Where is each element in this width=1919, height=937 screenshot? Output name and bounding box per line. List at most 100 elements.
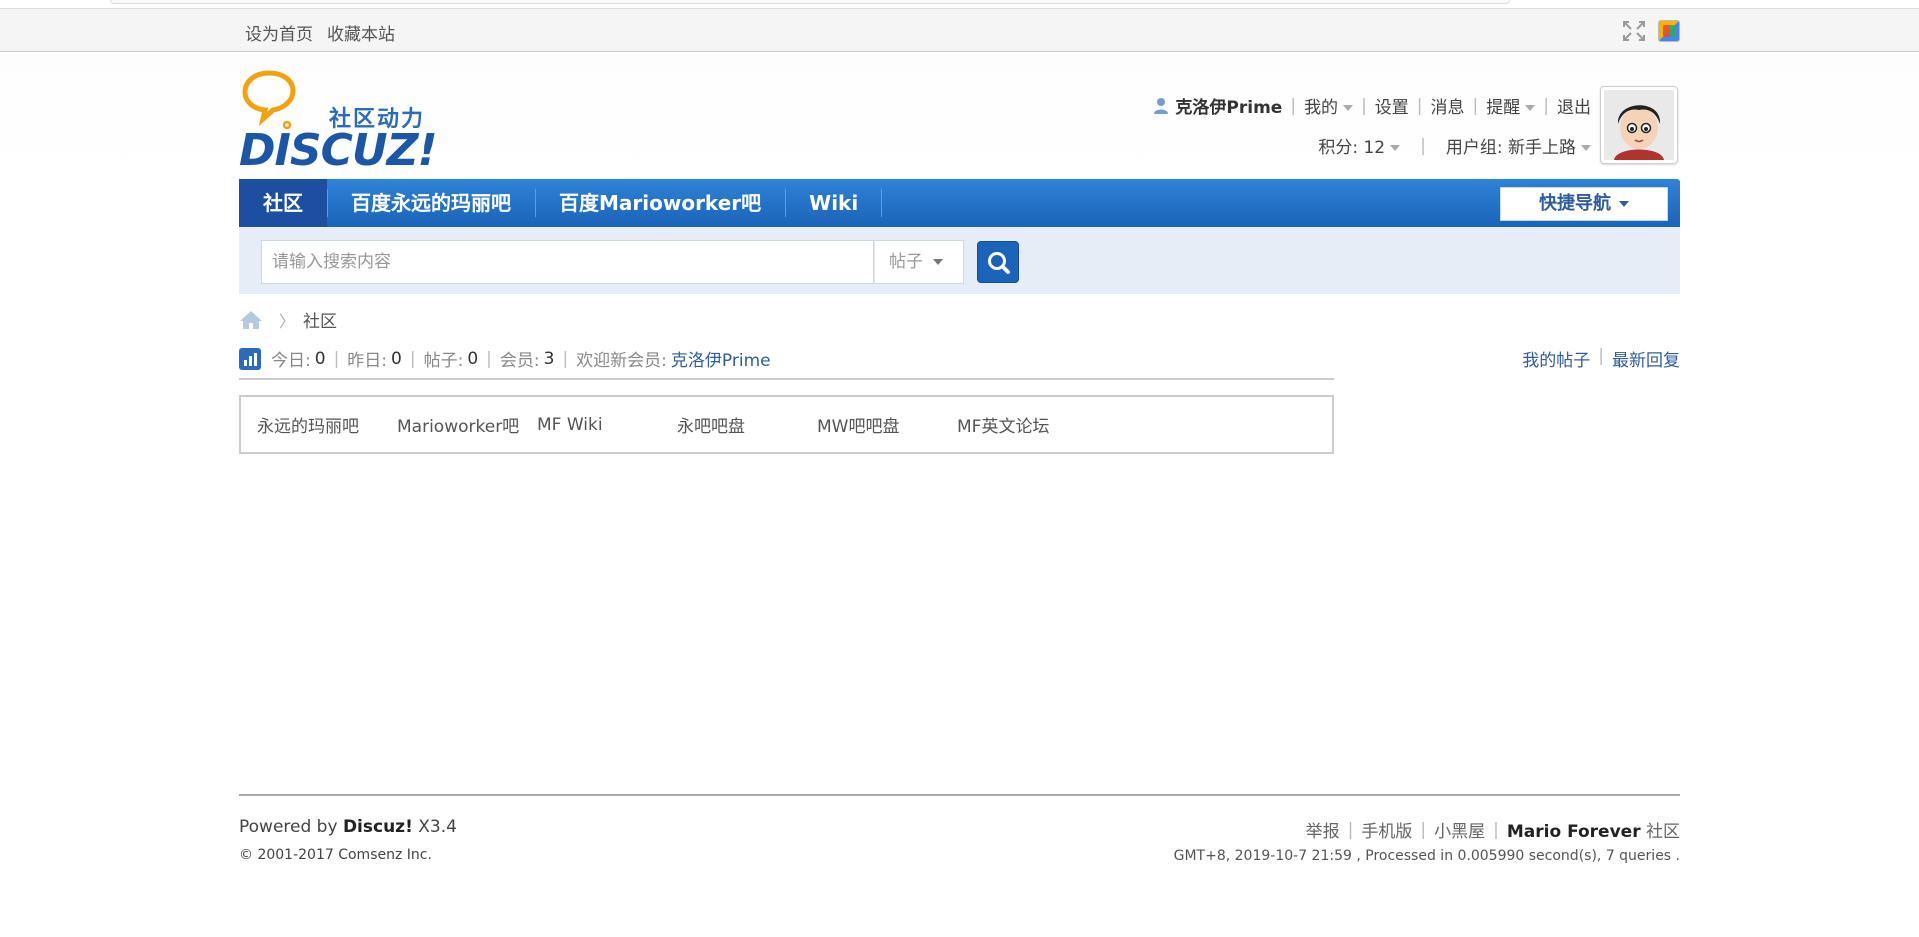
separator: | bbox=[1290, 95, 1297, 116]
yesterday-label: 昨日: bbox=[347, 351, 388, 371]
darkroom-link[interactable]: 小黑屋 bbox=[1434, 817, 1485, 842]
notifications-label: 提醒 bbox=[1486, 98, 1521, 118]
friend-link[interactable]: MF英文论坛 bbox=[957, 412, 1097, 437]
powered-name-link[interactable]: Discuz! bbox=[343, 817, 413, 837]
user-menu: 克洛伊Prime | 我的 | 设置 | 消息 | 提醒 | 退出 bbox=[1153, 93, 1591, 118]
chevron-down-icon bbox=[933, 259, 943, 265]
chevron-down-icon bbox=[1619, 201, 1629, 207]
avatar-image bbox=[1604, 90, 1674, 160]
site-name-link[interactable]: Mario Forever 社区 bbox=[1507, 817, 1680, 842]
chart-icon bbox=[239, 347, 261, 370]
footer-links: 举报 | 手机版 | 小黑屋 | Mario Forever 社区 bbox=[1306, 817, 1680, 843]
new-member-link[interactable]: 克洛伊Prime bbox=[671, 346, 771, 371]
breadcrumb-community[interactable]: 社区 bbox=[303, 307, 337, 332]
chevron-down-icon bbox=[1343, 105, 1354, 111]
search-bar: 帖子 bbox=[239, 227, 1680, 294]
separator: | bbox=[1472, 95, 1479, 116]
username-link[interactable]: 克洛伊Prime bbox=[1175, 93, 1282, 118]
today-count: 0 bbox=[314, 348, 326, 369]
today-label: 今日: bbox=[271, 351, 311, 371]
search-type-label: 帖子 bbox=[889, 252, 923, 272]
yesterday-count: 0 bbox=[391, 348, 402, 369]
separator: | bbox=[562, 348, 569, 369]
separator: | bbox=[333, 348, 340, 369]
separator: | bbox=[1598, 346, 1604, 366]
mobile-link[interactable]: 手机版 bbox=[1361, 817, 1412, 842]
nav-item-baidu-mario-forever[interactable]: 百度永远的玛丽吧 bbox=[327, 179, 535, 227]
posts-label: 帖子: bbox=[423, 351, 464, 371]
friend-link[interactable]: MW吧吧盘 bbox=[817, 412, 957, 437]
user-stats: 积分: 12 | 用户组: 新手上路 bbox=[1318, 133, 1591, 158]
chevron-down-icon bbox=[1525, 105, 1536, 111]
latest-reply-link[interactable]: 最新回复 bbox=[1612, 346, 1680, 371]
speech-bubble-icon bbox=[242, 70, 296, 130]
logout-link[interactable]: 退出 bbox=[1557, 93, 1591, 118]
messages-link[interactable]: 消息 bbox=[1431, 93, 1465, 118]
main-nav: 社区 百度永远的玛丽吧 百度Marioworker吧 Wiki 快捷导航 bbox=[239, 179, 1680, 227]
separator: | bbox=[409, 348, 416, 369]
nav-item-baidu-marioworker[interactable]: 百度Marioworker吧 bbox=[535, 179, 785, 227]
search-button[interactable] bbox=[977, 241, 1019, 283]
friend-link[interactable]: 永远的玛丽吧 bbox=[257, 412, 397, 437]
points-menu[interactable]: 积分: 12 bbox=[1318, 133, 1401, 158]
separator: | bbox=[486, 348, 492, 369]
powered-by: Powered by Discuz! X3.4 bbox=[239, 817, 457, 837]
bookmark-link[interactable]: 收藏本站 bbox=[327, 20, 395, 45]
copyright: © 2001-2017 Comsenz Inc. bbox=[239, 847, 432, 863]
search-input[interactable] bbox=[261, 240, 874, 284]
separator: | bbox=[1361, 95, 1367, 116]
fullscreen-icon[interactable] bbox=[1622, 20, 1646, 42]
separator: | bbox=[1543, 95, 1549, 116]
friend-link[interactable]: MF Wiki bbox=[537, 415, 677, 435]
friend-links: 永远的玛丽吧 Marioworker吧 MF Wiki 永吧吧盘 MW吧吧盘 M… bbox=[239, 395, 1334, 454]
my-menu-label: 我的 bbox=[1304, 98, 1339, 118]
settings-link[interactable]: 设置 bbox=[1375, 93, 1409, 118]
friend-link[interactable]: 永吧吧盘 bbox=[677, 412, 817, 437]
site-name: Mario Forever bbox=[1506, 822, 1641, 842]
quick-nav-button[interactable]: 快捷导航 bbox=[1500, 187, 1668, 221]
usergroup-label: 用户组: 新手上路 bbox=[1445, 138, 1576, 158]
chevron-down-icon bbox=[1581, 145, 1591, 151]
logo-wordmark: DISCUZ! bbox=[239, 125, 438, 176]
avatar[interactable] bbox=[1600, 86, 1678, 164]
report-link[interactable]: 举报 bbox=[1306, 817, 1340, 842]
usergroup-menu[interactable]: 用户组: 新手上路 bbox=[1446, 133, 1591, 158]
chevron-down-icon bbox=[1390, 145, 1401, 151]
friend-link[interactable]: Marioworker吧 bbox=[397, 412, 537, 437]
forum-stats: 今日: 0 | 昨日: 0 | 帖子: 0 | 会员: 3 | 欢迎新会员: 克洛伊Pri… bbox=[239, 346, 771, 371]
members-count: 3 bbox=[543, 348, 555, 369]
my-menu[interactable]: 我的 bbox=[1304, 93, 1354, 118]
new-member-label: 欢迎新会员: bbox=[576, 351, 667, 371]
separator: | bbox=[1416, 95, 1423, 116]
server-time-info: GMT+8, 2019-10-7 21:59 , Processed in 0.… bbox=[1173, 848, 1680, 864]
breadcrumb-separator-icon: 〉 bbox=[279, 311, 296, 331]
nav-item-wiki[interactable]: Wiki bbox=[785, 179, 883, 227]
theme-color-icon[interactable] bbox=[1658, 20, 1680, 42]
nav-item-community[interactable]: 社区 bbox=[239, 179, 327, 227]
separator: | bbox=[1420, 135, 1426, 156]
separator: | bbox=[1493, 819, 1499, 840]
points-label: 积分: 12 bbox=[1318, 138, 1386, 158]
top-toolbar: 设为首页 收藏本站 bbox=[0, 8, 1919, 52]
set-homepage-link[interactable]: 设为首页 bbox=[245, 20, 313, 45]
search-type-select[interactable]: 帖子 bbox=[874, 240, 964, 284]
my-posts-link[interactable]: 我的帖子 bbox=[1522, 346, 1590, 371]
footer-divider bbox=[239, 794, 1680, 796]
posts-count: 0 bbox=[467, 348, 479, 369]
home-icon[interactable] bbox=[239, 309, 263, 331]
quick-nav-label: 快捷导航 bbox=[1539, 193, 1611, 214]
post-shortcuts: 我的帖子 | 最新回复 bbox=[1522, 346, 1680, 371]
separator: | bbox=[1347, 819, 1354, 840]
site-suffix: 社区 bbox=[1646, 822, 1680, 842]
search-icon bbox=[988, 252, 1010, 274]
powered-prefix: Powered by bbox=[239, 817, 338, 837]
notifications-menu[interactable]: 提醒 bbox=[1486, 93, 1536, 118]
site-logo[interactable]: 社区动力 DISCUZ! bbox=[239, 67, 439, 176]
version: X3.4 bbox=[418, 817, 457, 837]
members-label: 会员: bbox=[499, 351, 540, 371]
user-icon bbox=[1153, 97, 1169, 115]
divider bbox=[239, 378, 1334, 380]
browser-frame-edge bbox=[110, 0, 1510, 4]
breadcrumb: 〉 社区 bbox=[239, 307, 337, 332]
separator: | bbox=[1420, 819, 1427, 840]
